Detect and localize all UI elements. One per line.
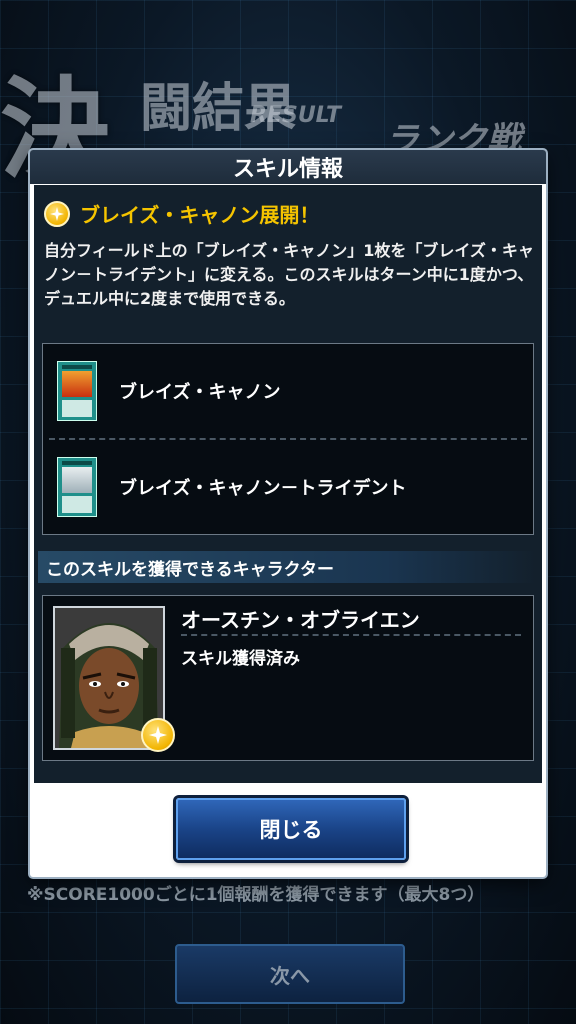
divider — [181, 634, 521, 636]
skill-title: ブレイズ・キャノン展開！ — [80, 203, 320, 227]
card-thumbnail-icon — [57, 361, 97, 421]
character-panel: オースチン・オブライエン スキル獲得済み — [42, 595, 534, 761]
next-button[interactable]: 次へ — [175, 944, 405, 1004]
skill-title-row: ブレイズ・キャノン展開！ — [44, 199, 319, 228]
score-note: ※SCORE1000ごとに1個報酬を獲得できます（最大8つ） — [27, 885, 485, 905]
character-name: オースチン・オブライエン — [181, 608, 420, 632]
skill-description: 自分フィールド上の「ブレイズ・キャノン」1枚を「ブレイズ・キャノン－トライデント… — [44, 241, 534, 308]
character-section-title: このスキルを獲得できるキャラクター — [38, 551, 536, 583]
card-thumbnail-icon — [57, 457, 97, 517]
character-status: スキル獲得済み — [181, 649, 300, 669]
modal-title: スキル情報 — [30, 150, 546, 184]
card-row[interactable]: ブレイズ・キャノン — [43, 344, 533, 438]
star-icon — [44, 200, 70, 227]
background-result-label: RESULT — [250, 103, 342, 128]
card-name: ブレイズ・キャノン — [119, 382, 281, 403]
modal-body: ブレイズ・キャノン展開！ 自分フィールド上の「ブレイズ・キャノン」1枚を「ブレイ… — [34, 185, 542, 783]
close-button[interactable]: 閉じる — [176, 798, 406, 860]
skill-info-modal: スキル情報 ブレイズ・キャノン展開！ 自分フィールド上の「ブレイズ・キャノン」1… — [30, 150, 546, 877]
card-list: ブレイズ・キャノン ブレイズ・キャノン－トライデント — [42, 343, 534, 535]
card-row[interactable]: ブレイズ・キャノン－トライデント — [43, 440, 533, 534]
star-icon — [141, 718, 175, 752]
card-name: ブレイズ・キャノン－トライデント — [119, 478, 407, 499]
